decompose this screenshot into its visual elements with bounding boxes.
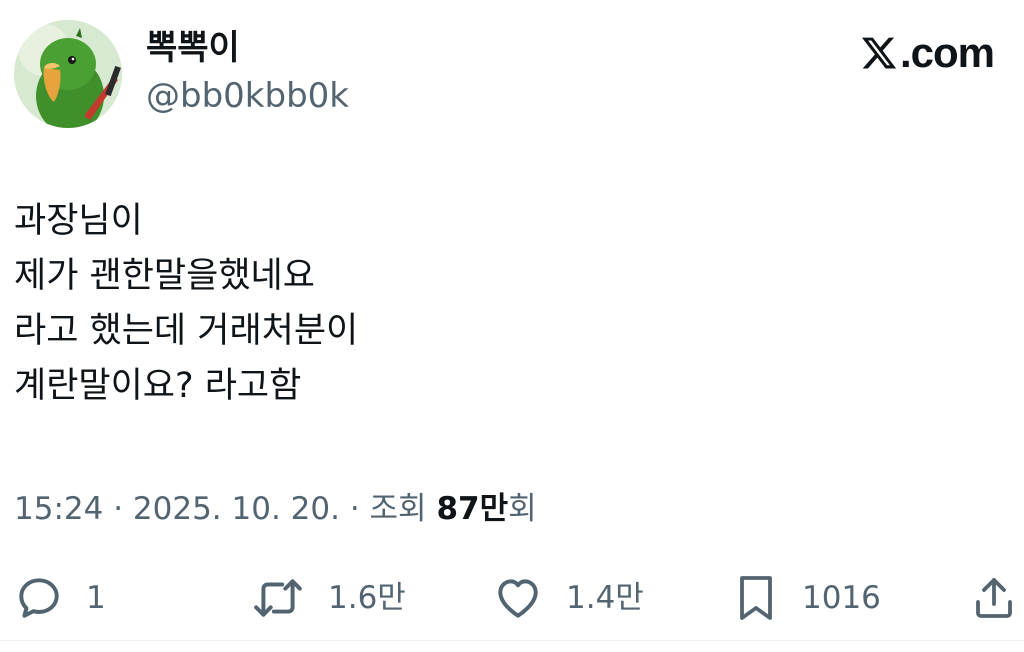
reply-icon	[19, 578, 59, 618]
tweet-meta: 15:24 · 2025. 10. 20. · 조회 87만회	[14, 487, 537, 531]
tweet-line: 라고 했는데 거래처분이	[14, 311, 359, 351]
retweet-count: 1.6만	[328, 580, 406, 616]
meta-separator: ·	[103, 491, 133, 527]
views-count: 87만	[436, 491, 509, 527]
avatar[interactable]	[14, 20, 122, 128]
bookmark-count: 1016	[802, 580, 881, 616]
tweet-line: 과장님이	[14, 201, 143, 241]
divider	[0, 640, 1024, 641]
heart-icon	[498, 579, 538, 618]
views-suffix: 회	[508, 491, 537, 527]
tweet-time[interactable]: 15:24	[14, 491, 103, 527]
views-prefix: 조회	[369, 491, 437, 527]
parrot-avatar-image	[14, 20, 122, 128]
brand-logo: .com	[860, 29, 995, 76]
display-name[interactable]: 뽁뽁이	[146, 28, 240, 68]
tweet-date[interactable]: 2025. 10. 20.	[133, 491, 340, 527]
bookmark-button[interactable]: 1016	[732, 572, 881, 624]
brand-domain-text: .com	[899, 29, 995, 76]
x-logo-icon	[861, 37, 897, 69]
retweet-button[interactable]: 1.6만	[250, 572, 406, 624]
user-handle[interactable]: @bb0kbb0k	[146, 76, 349, 116]
like-button[interactable]: 1.4만	[492, 572, 644, 624]
share-icon	[976, 578, 1012, 618]
reply-button[interactable]: 1	[14, 572, 106, 624]
tweet-text: 과장님이 제가 괜한말을했네요 라고 했는데 거래처분이 계란말이요? 라고함	[14, 194, 358, 414]
like-count: 1.4만	[566, 580, 644, 616]
bookmark-icon	[740, 576, 772, 620]
meta-separator: ·	[339, 491, 370, 527]
action-bar: 1 1.6만 1.4만 1016	[14, 572, 1020, 624]
tweet-line: 제가 괜한말을했네요	[14, 256, 315, 296]
retweet-icon	[254, 579, 302, 617]
share-button[interactable]	[970, 572, 1018, 624]
reply-count: 1	[86, 580, 106, 616]
tweet-line: 계란말이요? 라고함	[14, 366, 302, 406]
